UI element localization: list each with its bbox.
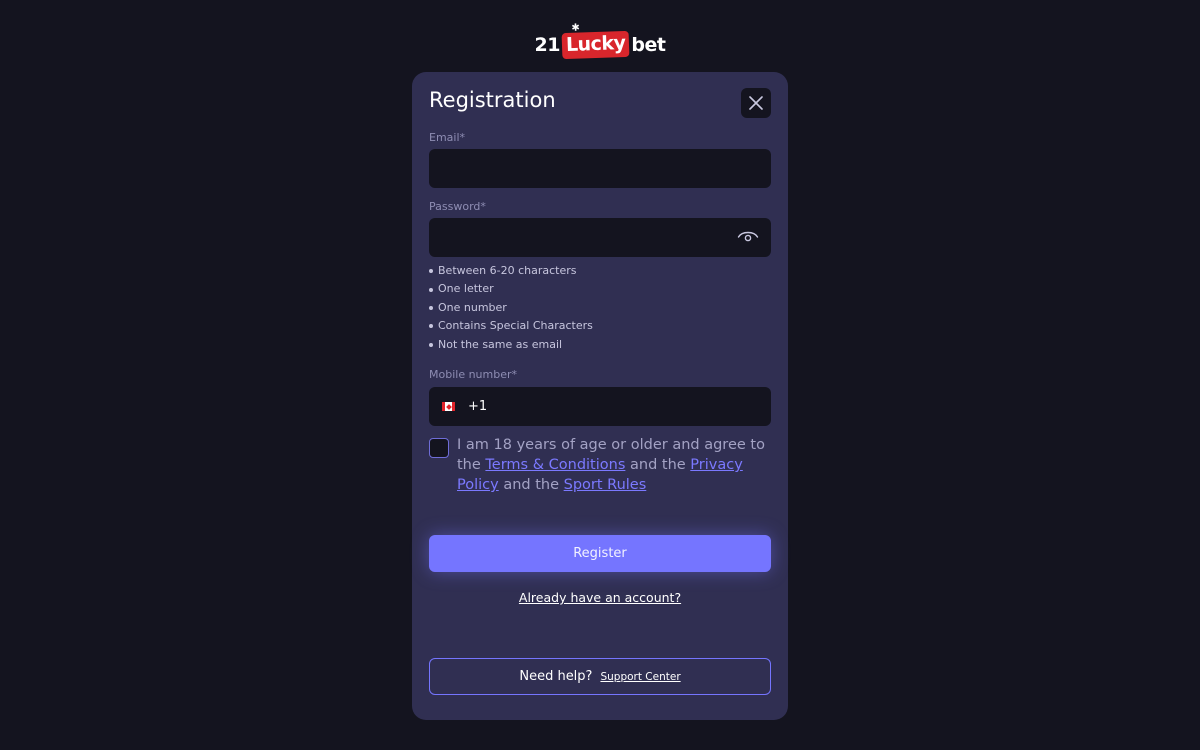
bullet-icon xyxy=(429,324,433,329)
password-rule: Contains Special Characters xyxy=(429,317,593,335)
logo-bet: bet xyxy=(631,34,666,56)
registration-modal: Registration Email* Password* Between 6-… xyxy=(412,72,788,720)
email-label: Email* xyxy=(429,131,466,144)
mobile-field-wrapper: +1 xyxy=(429,387,771,426)
canada-flag-icon[interactable] xyxy=(442,402,455,411)
email-field[interactable] xyxy=(429,149,771,188)
bullet-icon xyxy=(429,269,433,274)
bullet-icon xyxy=(429,342,433,347)
country-code: +1 xyxy=(468,399,488,414)
password-field-wrapper xyxy=(429,218,771,257)
mobile-number-field[interactable] xyxy=(487,387,771,426)
password-rule: Between 6-20 characters xyxy=(429,262,593,280)
rule-text: Contains Special Characters xyxy=(438,319,593,333)
register-button[interactable]: Register xyxy=(429,535,771,572)
eye-icon xyxy=(737,231,759,242)
modal-title: Registration xyxy=(429,88,556,112)
mobile-label: Mobile number* xyxy=(429,368,518,381)
show-password-button[interactable] xyxy=(737,228,759,247)
help-box: Need help? Support Center xyxy=(429,658,771,695)
login-link[interactable]: Already have an account? xyxy=(412,590,788,605)
logo-lucky: ✱ Lucky xyxy=(561,23,630,60)
sport-rules-link[interactable]: Sport Rules xyxy=(564,477,647,493)
password-rule: One number xyxy=(429,299,593,317)
consent-text-3: and the xyxy=(503,477,560,493)
terms-link[interactable]: Terms & Conditions xyxy=(485,457,625,473)
rule-text: One letter xyxy=(438,282,494,296)
age-consent-checkbox[interactable] xyxy=(429,438,449,458)
close-button[interactable] xyxy=(741,88,771,118)
bullet-icon xyxy=(429,287,433,292)
email-field-wrapper xyxy=(429,149,771,188)
support-center-link[interactable]: Support Center xyxy=(600,671,680,683)
consent-text-2: and the xyxy=(630,457,686,473)
close-icon xyxy=(749,96,763,110)
brand-logo: 21 ✱ Lucky bet xyxy=(0,23,1200,60)
password-rules: Between 6-20 characters One letter One n… xyxy=(429,262,593,354)
password-rule: Not the same as email xyxy=(429,336,593,354)
rule-text: Between 6-20 characters xyxy=(438,264,577,277)
rule-text: Not the same as email xyxy=(438,337,563,351)
help-question: Need help? xyxy=(519,669,593,684)
logo-number: 21 xyxy=(534,34,561,56)
consent-text: I am 18 years of age or older and agree … xyxy=(457,435,767,495)
rule-text: One number xyxy=(438,300,507,314)
logo-lucky-text: Lucky xyxy=(565,31,626,57)
password-label: Password* xyxy=(429,200,486,213)
bullet-icon xyxy=(429,305,433,310)
logo-star-icon: ✱ xyxy=(571,22,580,34)
password-field[interactable] xyxy=(429,218,771,257)
password-rule: One letter xyxy=(429,280,593,298)
